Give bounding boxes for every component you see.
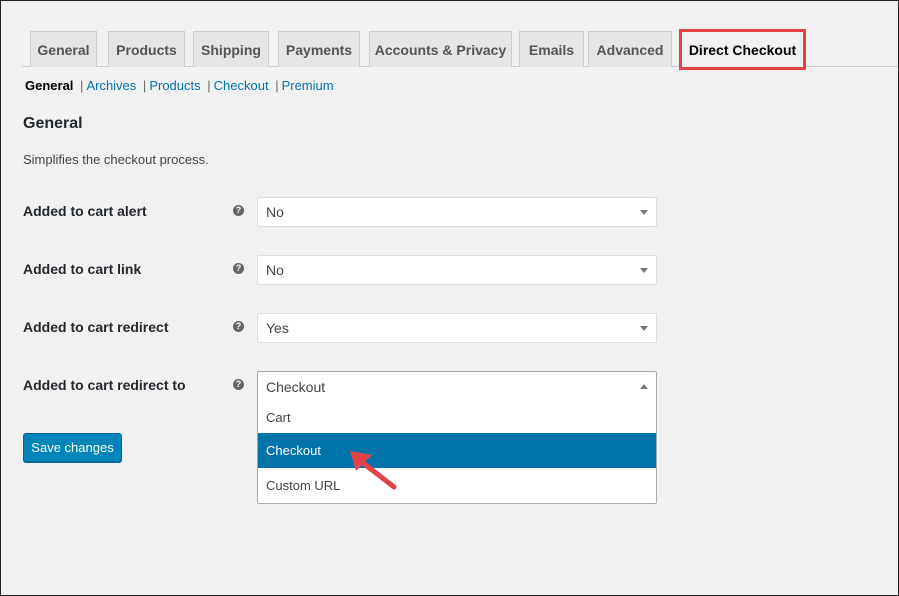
option-cart[interactable]: Cart: [258, 400, 656, 435]
tab-advanced[interactable]: Advanced: [588, 31, 672, 67]
cart-redirect-select[interactable]: Yes: [257, 313, 657, 343]
select-value: Yes: [266, 320, 289, 336]
subnav-current-general: General: [25, 78, 74, 93]
tab-products[interactable]: Products: [108, 31, 185, 67]
section-description: Simplifies the checkout process.: [23, 152, 209, 167]
tab-shipping[interactable]: Shipping: [193, 31, 269, 67]
cart-redirect-to-select[interactable]: Checkout: [257, 371, 657, 401]
subnav-separator: |: [275, 78, 279, 93]
section-subnav: General | Archives | Products | Checkout | P…: [25, 78, 334, 94]
tab-general[interactable]: General: [30, 31, 97, 67]
chevron-up-icon: [640, 384, 648, 389]
section-title: General: [23, 115, 83, 132]
cart-link-select[interactable]: No: [257, 255, 657, 285]
select-value: Checkout: [266, 378, 326, 395]
chevron-down-icon: [640, 268, 648, 273]
option-custom-url[interactable]: Custom URL: [258, 468, 656, 503]
subnav-link-premium[interactable]: Premium: [282, 78, 334, 93]
help-tip-icon[interactable]: ?: [233, 263, 244, 274]
select-value: No: [266, 262, 284, 278]
chevron-down-icon: [640, 210, 648, 215]
redirect-options-dropdown: Cart Checkout Custom URL: [257, 400, 657, 504]
subnav-separator: |: [142, 78, 147, 93]
cart-alert-select[interactable]: No: [257, 197, 657, 227]
setting-label-cart-alert: Added to cart alert: [23, 203, 147, 219]
subnav-link-archives[interactable]: Archives: [86, 78, 136, 93]
tab-payments[interactable]: Payments: [278, 31, 360, 67]
setting-label-cart-redirect-to: Added to cart redirect to: [23, 377, 186, 393]
settings-tab-bar: General Products Shipping Payments Accou…: [22, 29, 899, 70]
annotation-arrow-icon: [350, 451, 397, 490]
subnav-link-products[interactable]: Products: [149, 78, 200, 93]
help-tip-icon[interactable]: ?: [233, 379, 244, 390]
option-checkout[interactable]: Checkout: [258, 433, 656, 468]
help-tip-icon[interactable]: ?: [233, 205, 244, 216]
tab-direct-checkout[interactable]: Direct Checkout: [679, 29, 806, 70]
select-value: No: [266, 204, 284, 220]
tab-emails[interactable]: Emails: [519, 31, 584, 67]
subnav-separator: |: [207, 78, 211, 93]
chevron-down-icon: [640, 326, 648, 331]
setting-label-cart-redirect: Added to cart redirect: [23, 319, 169, 335]
save-changes-button[interactable]: Save changes: [23, 433, 122, 462]
setting-label-cart-link: Added to cart link: [23, 261, 142, 277]
help-tip-icon[interactable]: ?: [233, 321, 244, 332]
subnav-link-checkout[interactable]: Checkout: [214, 78, 269, 93]
tab-accounts-privacy[interactable]: Accounts & Privacy: [369, 31, 512, 67]
